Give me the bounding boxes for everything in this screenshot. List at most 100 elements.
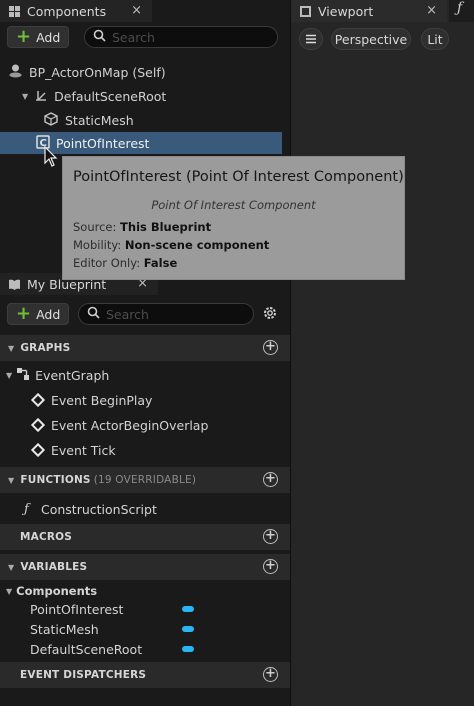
event-item[interactable]: Event BeginPlay: [30, 389, 153, 411]
add-function-icon[interactable]: +: [263, 472, 278, 487]
section-graphs[interactable]: ▼ GRAPHS +: [0, 335, 290, 361]
tree-item-defaultsceneroot[interactable]: ▼ DefaultSceneRoot: [0, 85, 282, 107]
components-tab-icon: [8, 5, 21, 18]
section-functions[interactable]: ▼ FUNCTIONS (19 OVERRIDABLE) +: [0, 467, 290, 493]
event-graph-icon: [16, 367, 30, 384]
graph-item-label: EventGraph: [35, 367, 110, 383]
event-item[interactable]: Event ActorBeginOverlap: [30, 414, 209, 436]
add-event-dispatcher-icon[interactable]: +: [263, 667, 278, 682]
variable-label: PointOfInterest: [30, 601, 124, 617]
viewport-tab-icon: [299, 5, 312, 18]
my-blueprint-search-input[interactable]: [106, 306, 226, 322]
tooltip-key: Source:: [73, 220, 117, 234]
components-add-button[interactable]: + Add: [7, 26, 69, 48]
book-icon: [8, 278, 21, 291]
tab-components-label: Components: [27, 3, 107, 19]
object-type-icon: [182, 646, 194, 652]
variable-item[interactable]: StaticMesh: [30, 618, 99, 640]
tooltip-row-editor-only: Editor Only: False: [73, 256, 177, 270]
tooltip-key: Mobility:: [73, 238, 122, 252]
graph-item-eventgraph[interactable]: ▼ EventGraph: [6, 364, 109, 386]
section-label: GRAPHS: [20, 342, 71, 354]
section-label: FUNCTIONS: [20, 474, 91, 486]
variable-item[interactable]: PointOfInterest: [30, 598, 123, 620]
add-graph-icon[interactable]: +: [263, 340, 278, 355]
function-label: ConstructionScript: [41, 501, 157, 517]
tooltip-value: This Blueprint: [120, 220, 212, 234]
actor-icon: [8, 63, 23, 81]
chevron-down-icon: ▼: [6, 586, 13, 596]
perspective-button[interactable]: Perspective: [331, 28, 411, 50]
event-diamond-icon: [30, 392, 46, 408]
tab-viewport-label: Viewport: [318, 3, 374, 19]
event-diamond-icon: [30, 417, 46, 433]
object-type-icon: [182, 626, 194, 632]
tree-item-label: DefaultSceneRoot: [54, 88, 167, 104]
tree-item-label: PointOfInterest: [56, 135, 150, 151]
scene-root-icon: [34, 88, 48, 105]
variable-label: DefaultSceneRoot: [30, 641, 143, 657]
lit-button[interactable]: Lit: [421, 28, 449, 50]
tab-components[interactable]: Components ×: [0, 0, 152, 22]
plus-icon: +: [16, 303, 32, 324]
object-type-icon: [182, 606, 194, 612]
viewport-panel[interactable]: Viewport × ƒ Perspective Lit: [290, 0, 474, 706]
my-blueprint-search[interactable]: [78, 303, 254, 325]
event-item[interactable]: Event Tick: [30, 439, 116, 461]
event-label: Event Tick: [51, 442, 116, 458]
close-icon[interactable]: ×: [426, 3, 437, 18]
perspective-label: Perspective: [334, 31, 408, 47]
static-mesh-icon: [44, 111, 58, 129]
tree-item-self[interactable]: BP_ActorOnMap (Self): [0, 61, 282, 83]
tree-item-label: StaticMesh: [65, 112, 134, 128]
variable-item[interactable]: DefaultSceneRoot: [30, 638, 142, 660]
chevron-down-icon: ▼: [6, 370, 13, 380]
hamburger-icon: [305, 32, 317, 47]
search-icon: [93, 29, 106, 45]
section-variables[interactable]: ▼ VARIABLES +: [0, 554, 290, 580]
section-event-dispatchers[interactable]: EVENT DISPATCHERS +: [0, 662, 290, 688]
tab-viewport[interactable]: Viewport ×: [291, 0, 447, 22]
event-diamond-icon: [30, 442, 46, 458]
lit-label: Lit: [427, 31, 443, 47]
chevron-down-icon: ▼: [8, 475, 15, 485]
section-label: EVENT DISPATCHERS: [20, 669, 147, 681]
tree-item-label: BP_ActorOnMap (Self): [29, 64, 166, 80]
component-tooltip: PointOfInterest (Point Of Interest Compo…: [62, 156, 405, 280]
tree-item-staticmesh[interactable]: StaticMesh: [0, 109, 282, 131]
mouse-cursor-icon: [44, 145, 58, 171]
tooltip-title: PointOfInterest (Point Of Interest Compo…: [73, 169, 404, 185]
components-search[interactable]: [84, 26, 278, 48]
event-label: Event BeginPlay: [51, 392, 153, 408]
add-macro-icon[interactable]: +: [263, 529, 278, 544]
tooltip-key: Editor Only:: [73, 256, 141, 270]
tooltip-value: False: [143, 256, 178, 270]
add-button-label: Add: [36, 29, 61, 45]
section-label: VARIABLES: [20, 561, 88, 573]
chevron-down-icon: ▼: [22, 91, 29, 101]
tooltip-value: Non-scene component: [124, 238, 270, 252]
overridable-count: (19 OVERRIDABLE): [93, 474, 197, 486]
function-tab-icon[interactable]: ƒ: [449, 0, 474, 22]
left-panel: Components × + Add BP_ActorOnMap (Self) …: [0, 0, 290, 706]
add-variable-icon[interactable]: +: [263, 559, 278, 574]
tooltip-description: Point Of Interest Component: [151, 198, 316, 212]
section-macros[interactable]: MACROS +: [0, 524, 290, 550]
search-icon: [87, 306, 100, 322]
category-label: Components: [16, 584, 98, 598]
chevron-down-icon: ▼: [8, 562, 15, 572]
svg-text:ƒ: ƒ: [22, 502, 31, 515]
tooltip-row-source: Source: This Blueprint: [73, 220, 211, 234]
tree-item-pointofinterest[interactable]: C PointOfInterest: [0, 132, 282, 154]
chevron-down-icon: ▼: [8, 343, 15, 353]
components-search-input[interactable]: [112, 29, 232, 45]
plus-icon: +: [16, 26, 32, 47]
function-item-constructionscript[interactable]: ƒ ConstructionScript: [21, 498, 157, 520]
section-label: MACROS: [20, 531, 73, 543]
viewport-menu-button[interactable]: [299, 28, 323, 50]
close-icon[interactable]: ×: [131, 3, 142, 18]
tooltip-row-mobility: Mobility: Non-scene component: [73, 238, 269, 252]
my-blueprint-add-button[interactable]: + Add: [7, 303, 69, 325]
event-label: Event ActorBeginOverlap: [51, 417, 209, 433]
gear-icon[interactable]: [262, 305, 278, 324]
